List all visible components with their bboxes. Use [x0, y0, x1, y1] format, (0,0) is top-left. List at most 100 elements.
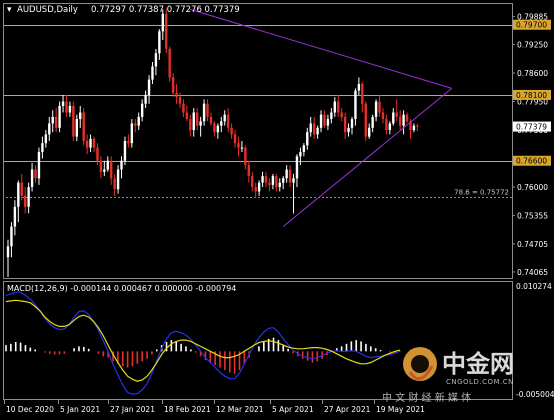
x-tick-label: 5 Jan 2021: [60, 405, 100, 414]
candle-body: [378, 101, 381, 113]
x-tick-label: 27 Apr 2021: [324, 405, 371, 414]
candle-body: [295, 156, 299, 179]
ohlc-label: 0.77297 0.77387 0.77276 0.77379: [91, 5, 240, 15]
candle-body: [147, 79, 151, 95]
candle-body: [37, 151, 41, 179]
candle-body: [165, 13, 168, 49]
candle-body: [275, 176, 278, 188]
candle-body: [30, 169, 34, 188]
candle-body: [237, 143, 240, 148]
candle-body: [120, 160, 123, 170]
candle-body: [292, 178, 295, 183]
candle-body: [96, 147, 99, 161]
candle-body: [278, 182, 281, 188]
candle-body: [6, 246, 10, 258]
candle-body: [199, 121, 202, 126]
candle-body: [54, 116, 58, 128]
candle-body: [405, 114, 409, 122]
candle-body: [371, 116, 374, 128]
candle-body: [233, 134, 237, 144]
candle-body: [316, 127, 319, 135]
candle-body: [10, 226, 13, 247]
candle-body: [230, 127, 233, 135]
candle-body: [17, 182, 20, 207]
candle-body: [282, 178, 285, 183]
candle-body: [89, 138, 92, 148]
candle-body: [326, 119, 330, 126]
candle-body: [65, 101, 68, 113]
watermark-brand: 中金网: [442, 350, 514, 378]
candle-body: [350, 119, 354, 128]
candle-body: [416, 125, 419, 127]
candle-body: [48, 123, 51, 135]
y-tick-label: 0.75355: [517, 211, 548, 220]
candle-body: [161, 13, 164, 32]
candle-body: [41, 143, 44, 152]
candle-body: [158, 31, 161, 54]
candle-body: [13, 206, 17, 227]
candle-body: [357, 83, 361, 91]
candle-body: [395, 112, 398, 117]
candle-body: [319, 114, 323, 128]
candle-body: [347, 127, 350, 133]
candle-body: [189, 119, 192, 131]
candle-body: [134, 123, 137, 126]
candle-body: [196, 112, 199, 126]
candle-body: [354, 90, 357, 120]
candle-body: [247, 165, 250, 177]
candle-body: [398, 116, 402, 126]
candle-body: [116, 169, 120, 190]
candle-body: [99, 160, 103, 172]
candle-body: [299, 151, 302, 157]
y-tick-label: 0.76000: [517, 183, 548, 192]
candle-body: [185, 112, 189, 120]
chart-header-arrow[interactable]: ▾: [7, 5, 12, 15]
level-price-label: 0.76600: [516, 157, 547, 166]
candle-body: [178, 97, 182, 104]
candle-body: [333, 101, 336, 113]
candle-body: [223, 114, 226, 122]
macd-axis-bottom: -0.005004: [516, 390, 554, 399]
x-tick-label: 10 Dec 2020: [6, 405, 54, 414]
candle-body: [226, 114, 230, 128]
current-price-label: 0.77379: [516, 123, 547, 132]
y-tick-label: 0.74065: [517, 268, 548, 277]
x-tick-label: 12 Mar 2021: [216, 405, 264, 414]
macd-axis-top: 0.010274: [516, 282, 552, 291]
candle-body: [343, 116, 347, 133]
candle-body: [113, 178, 116, 190]
chart-svg: 78.6 = 0.75772 0.798850.792500.786000.77…: [0, 0, 554, 416]
x-tick-label: 27 Jan 2021: [110, 405, 155, 414]
candle-body: [340, 112, 343, 117]
candle-body: [361, 83, 364, 104]
candle-body: [127, 141, 130, 144]
candle-body: [364, 103, 367, 137]
candle-body: [374, 101, 378, 117]
y-tick-label: 0.79250: [517, 40, 548, 49]
candle-body: [271, 176, 275, 185]
candle-body: [130, 123, 134, 144]
candle-body: [385, 119, 388, 131]
candle-body: [123, 141, 127, 161]
candle-body: [20, 182, 23, 196]
candle-body: [257, 182, 261, 192]
candle-body: [388, 123, 392, 131]
level-price-label: 0.79700: [516, 21, 547, 30]
candle-body: [288, 169, 292, 183]
candle-body: [264, 176, 268, 183]
candle-body: [72, 105, 75, 137]
candle-body: [240, 147, 244, 149]
candle-body: [412, 125, 416, 131]
candle-body: [106, 160, 109, 170]
x-tick-label: 5 Apr 2021: [272, 405, 314, 414]
candle-body: [306, 132, 309, 146]
cngold-logo-inner: [411, 355, 429, 373]
candle-body: [381, 112, 385, 120]
candle-body: [24, 195, 27, 207]
candle-body: [216, 125, 220, 133]
candle-body: [337, 101, 340, 113]
candle-body: [209, 116, 213, 124]
level-price-label: 0.78100: [516, 91, 547, 100]
candle-body: [68, 105, 72, 113]
candle-body: [137, 116, 140, 126]
